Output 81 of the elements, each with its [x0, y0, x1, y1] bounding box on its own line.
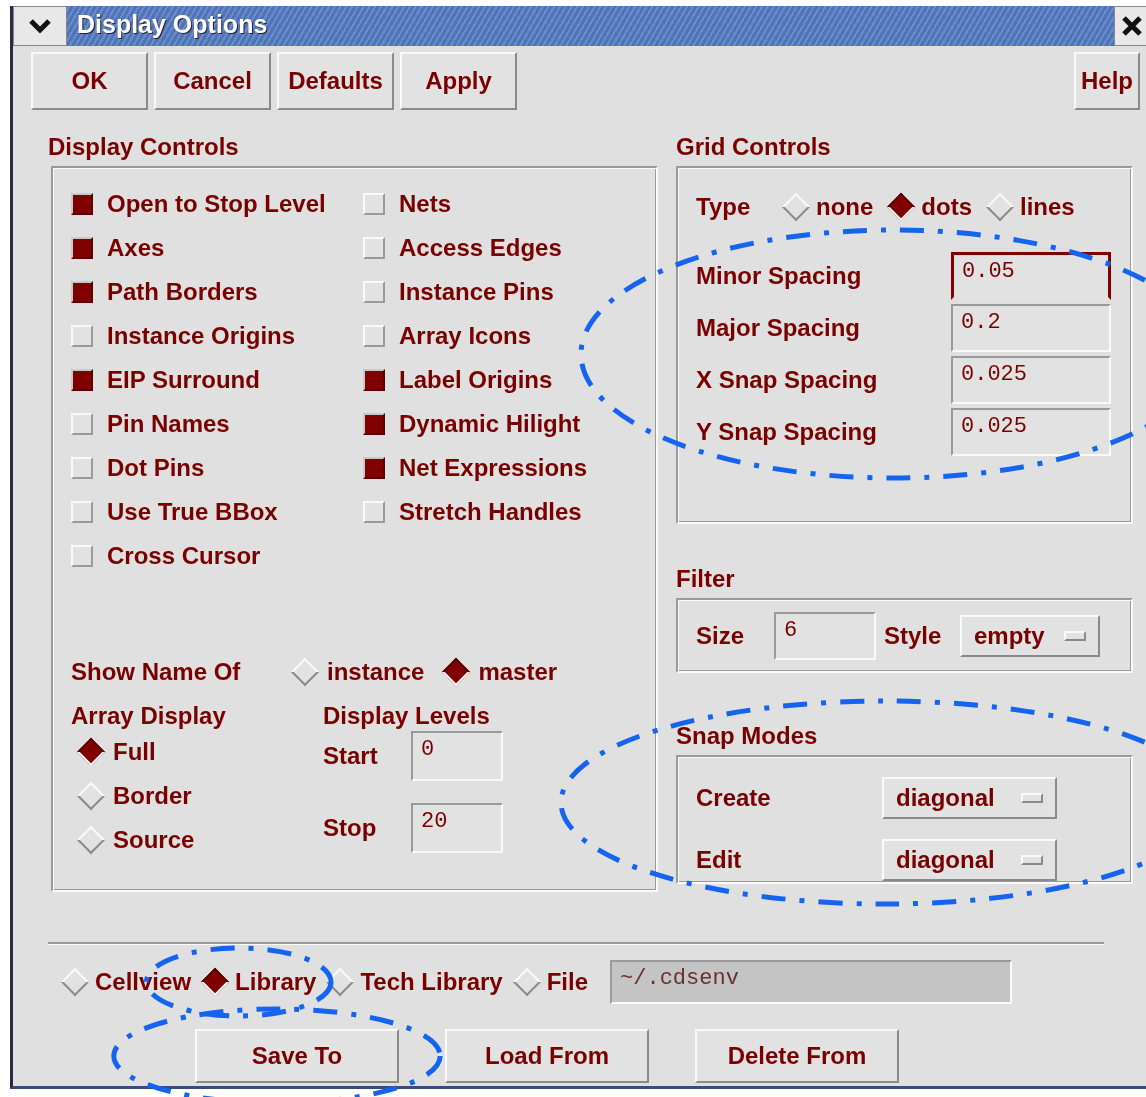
radio-button[interactable]: Tech Library [326, 968, 503, 996]
checkbox-label: Axes [107, 234, 165, 262]
field-label: Stop [323, 814, 378, 842]
radio-button[interactable]: Library [201, 968, 317, 996]
checkbox-label: Instance Pins [399, 278, 554, 306]
dropdown-indicator-icon [1021, 855, 1043, 865]
toolbar-button[interactable]: Defaults [277, 52, 394, 110]
radio-button[interactable]: File [512, 968, 589, 996]
toolbar-button[interactable]: Apply [400, 52, 517, 110]
field-label: Size [696, 621, 746, 650]
dropdown-indicator-icon [1021, 793, 1043, 803]
input-field[interactable]: 0.05 [951, 252, 1111, 300]
checkbox-label: Array Icons [399, 322, 532, 350]
field-label: Major Spacing [696, 314, 862, 342]
radio-button[interactable]: Border [71, 774, 305, 818]
input-field[interactable]: 0.025 [951, 356, 1111, 404]
field-label: Show Name Of [71, 658, 242, 686]
checkbox[interactable] [71, 237, 93, 259]
action-button[interactable]: Save To [195, 1029, 399, 1083]
checkbox-label: Cross Cursor [107, 542, 261, 570]
window-title: Display Options [76, 9, 268, 40]
action-button[interactable]: Delete From [695, 1029, 899, 1083]
checkbox[interactable] [71, 281, 93, 303]
field-label: Y Snap Spacing [696, 418, 878, 446]
section-title: Filter [676, 564, 736, 594]
chevron-down-icon [28, 18, 52, 34]
group-label: Array Display [71, 702, 227, 730]
checkbox-label: Nets [399, 190, 452, 218]
radio-button[interactable]: Full [71, 730, 305, 774]
checkbox-label: Use True BBox [107, 498, 278, 526]
dropdown-indicator-icon [1064, 630, 1086, 641]
input-field[interactable]: 6 [774, 611, 876, 660]
checkbox-label: Access Edges [399, 234, 562, 262]
toolbar-button[interactable]: Cancel [154, 52, 271, 110]
checkbox-label: Net Expressions [399, 454, 588, 482]
close-button[interactable] [1114, 6, 1146, 46]
checkbox[interactable] [71, 369, 93, 391]
field-label: Type [696, 193, 752, 221]
checkbox-label: Instance Origins [107, 322, 296, 350]
checkbox-label: Open to Stop Level [107, 190, 326, 218]
dropdown[interactable]: empty [960, 614, 1100, 657]
checkbox-label: Stretch Handles [399, 498, 582, 526]
dropdown[interactable]: diagonal [882, 777, 1057, 819]
input-field[interactable]: 0.2 [951, 304, 1111, 352]
checkbox[interactable] [363, 413, 385, 435]
checkbox[interactable] [71, 193, 93, 215]
input-field[interactable]: 20 [411, 803, 503, 853]
section-title: Snap Modes [676, 721, 819, 751]
field-label: Start [323, 742, 379, 770]
radio-button[interactable]: lines [986, 193, 1075, 221]
checkbox-label: Label Origins [399, 366, 553, 394]
section-title: Grid Controls [676, 132, 832, 162]
radio-button[interactable]: dots [887, 193, 972, 221]
input-field[interactable]: 0.025 [951, 408, 1111, 456]
field-label: Create [696, 784, 772, 812]
checkbox-label: Dynamic Hilight [399, 410, 581, 438]
field-label: Edit [696, 846, 743, 874]
dropdown[interactable]: diagonal [882, 839, 1057, 881]
group-label: Display Levels [323, 702, 491, 730]
field-label: Minor Spacing [696, 262, 863, 290]
window-menu-button[interactable] [13, 6, 67, 46]
checkbox-label: EIP Surround [107, 366, 260, 394]
checkbox[interactable] [363, 369, 385, 391]
help-button[interactable]: Help [1074, 52, 1140, 110]
checkbox-label: Path Borders [107, 278, 258, 306]
radio-button[interactable]: Cellview [61, 968, 192, 996]
radio-button[interactable]: instance [291, 658, 425, 686]
checkbox[interactable] [363, 457, 385, 479]
section-title: Display Controls [48, 132, 240, 162]
toolbar-button[interactable]: OK [31, 52, 148, 110]
checkbox-label: Dot Pins [107, 454, 205, 482]
radio-button[interactable]: none [782, 193, 874, 221]
close-icon [1121, 15, 1143, 37]
field-label: Style [884, 621, 943, 650]
radio-button[interactable]: master [442, 658, 558, 686]
field-label: X Snap Spacing [696, 366, 879, 394]
input-field[interactable]: 0 [411, 731, 503, 781]
action-button[interactable]: Load From [445, 1029, 649, 1083]
checkbox-label: Pin Names [107, 410, 230, 438]
input-field: ~/.cdsenv [610, 960, 1013, 1004]
radio-button[interactable]: Source [71, 818, 305, 862]
